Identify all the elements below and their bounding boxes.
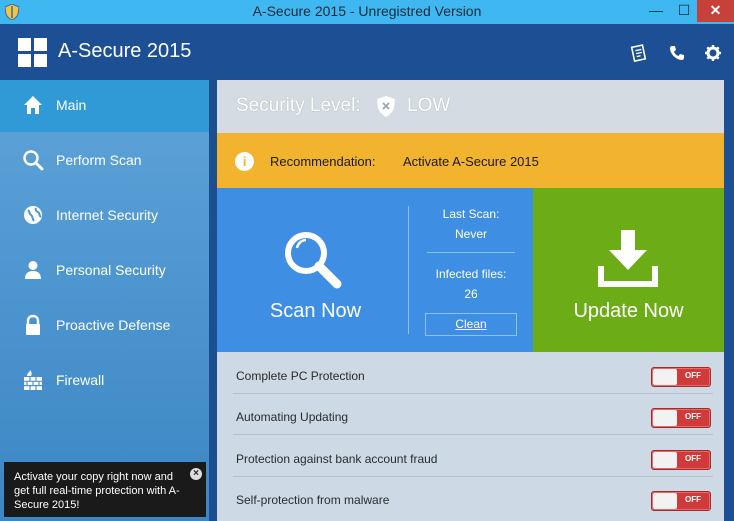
toggle-knob — [653, 493, 677, 509]
protection-toggle[interactable]: OFF — [651, 408, 711, 428]
person-icon — [25, 261, 41, 279]
protection-row: Protection against bank account fraud OF… — [233, 435, 724, 477]
scan-panel: Scan Now Last Scan: Never Infected files… — [217, 188, 533, 352]
app-header: A-Secure 2015 — [0, 24, 734, 80]
sidebar-item-label: Main — [56, 97, 87, 113]
maximize-button[interactable]: ☐ — [671, 0, 697, 22]
sidebar-item-label: Personal Security — [56, 262, 166, 278]
stats-divider — [427, 252, 515, 253]
title-bar: A-Secure 2015 - Unregistred Version — ☐ … — [0, 0, 734, 24]
toggle-state: OFF — [685, 495, 701, 504]
sidebar-item-label: Proactive Defense — [56, 317, 171, 333]
sidebar-item-internet-security[interactable]: Internet Security — [0, 190, 209, 242]
toggle-state: OFF — [685, 371, 701, 380]
window-title: A-Secure 2015 - Unregistred Version — [252, 3, 482, 19]
protection-toggle[interactable]: OFF — [651, 450, 711, 470]
document-icon[interactable] — [630, 44, 648, 62]
protection-name: Protection against bank account fraud — [236, 452, 438, 466]
toggle-knob — [653, 452, 677, 468]
security-level-bar: Security Level: LOW — [217, 80, 724, 133]
update-now-button[interactable]: Update Now — [533, 300, 724, 323]
sidebar-item-label: Internet Security — [56, 207, 158, 223]
globe-icon — [24, 206, 42, 224]
scan-divider — [408, 206, 409, 334]
security-level-label: Security Level: — [236, 95, 361, 116]
toggle-state: OFF — [685, 412, 701, 421]
sidebar-item-firewall[interactable]: Firewall — [0, 355, 209, 407]
protection-list: Complete PC Protection OFF Automating Up… — [217, 352, 724, 521]
protection-name: Self-protection from malware — [236, 493, 390, 507]
search-icon — [23, 150, 44, 171]
clean-button[interactable]: Clean — [425, 313, 517, 336]
main-panel: Security Level: LOW i Recommendation: Ac… — [217, 80, 724, 521]
protection-name: Automating Updating — [236, 410, 349, 424]
last-scan-label: Last Scan: — [442, 207, 500, 221]
scan-now-button[interactable]: Scan Now — [217, 300, 414, 323]
sidebar-item-main[interactable]: Main — [0, 80, 209, 132]
window-frame-edge — [724, 80, 734, 521]
recommendation-value: Activate A-Secure 2015 — [403, 154, 539, 169]
sidebar-item-personal-security[interactable]: Personal Security — [0, 245, 209, 297]
sidebar-item-label: Perform Scan — [56, 152, 142, 168]
gear-icon[interactable] — [704, 44, 722, 62]
home-icon — [24, 96, 42, 114]
close-button[interactable]: ✕ — [697, 0, 734, 22]
firewall-icon — [24, 370, 42, 390]
close-promo-button[interactable]: × — [190, 468, 202, 480]
protection-toggle[interactable]: OFF — [651, 491, 711, 511]
promo-text: Activate your copy right now and get ful… — [14, 471, 180, 511]
sidebar-item-proactive-defense[interactable]: Proactive Defense — [0, 300, 209, 352]
update-panel[interactable]: Update Now — [533, 188, 724, 352]
shield-warning-icon — [377, 96, 395, 117]
security-level-value: LOW — [407, 95, 451, 116]
activation-promo[interactable]: Activate your copy right now and get ful… — [4, 462, 206, 517]
protection-toggle[interactable]: OFF — [651, 367, 711, 387]
toggle-knob — [653, 410, 677, 426]
phone-icon[interactable] — [668, 44, 686, 62]
sidebar-item-perform-scan[interactable]: Perform Scan — [0, 135, 209, 187]
toggle-state: OFF — [685, 454, 701, 463]
sidebar: Main Perform Scan Internet Security Pers… — [0, 80, 209, 521]
download-icon — [598, 230, 658, 287]
infected-files-label: Infected files: — [435, 267, 507, 281]
sidebar-item-label: Firewall — [56, 372, 105, 388]
windows-logo-icon — [18, 38, 47, 67]
last-scan-value: Never — [454, 227, 487, 241]
lock-icon — [26, 314, 40, 335]
protection-row: Complete PC Protection OFF — [233, 352, 724, 394]
minimize-button[interactable]: — — [643, 0, 669, 22]
protection-name: Complete PC Protection — [236, 369, 365, 383]
infected-files-value: 26 — [464, 287, 478, 301]
info-icon: i — [235, 152, 254, 171]
magnifier-icon[interactable] — [281, 228, 345, 292]
protection-row: Automating Updating OFF — [233, 393, 724, 435]
recommendation-bar: i Recommendation: Activate A-Secure 2015 — [217, 133, 724, 188]
brand-name: A-Secure 2015 — [58, 40, 192, 62]
protection-row: Self-protection from malware OFF — [233, 476, 724, 517]
recommendation-label: Recommendation: — [270, 154, 376, 169]
toggle-knob — [653, 369, 677, 385]
